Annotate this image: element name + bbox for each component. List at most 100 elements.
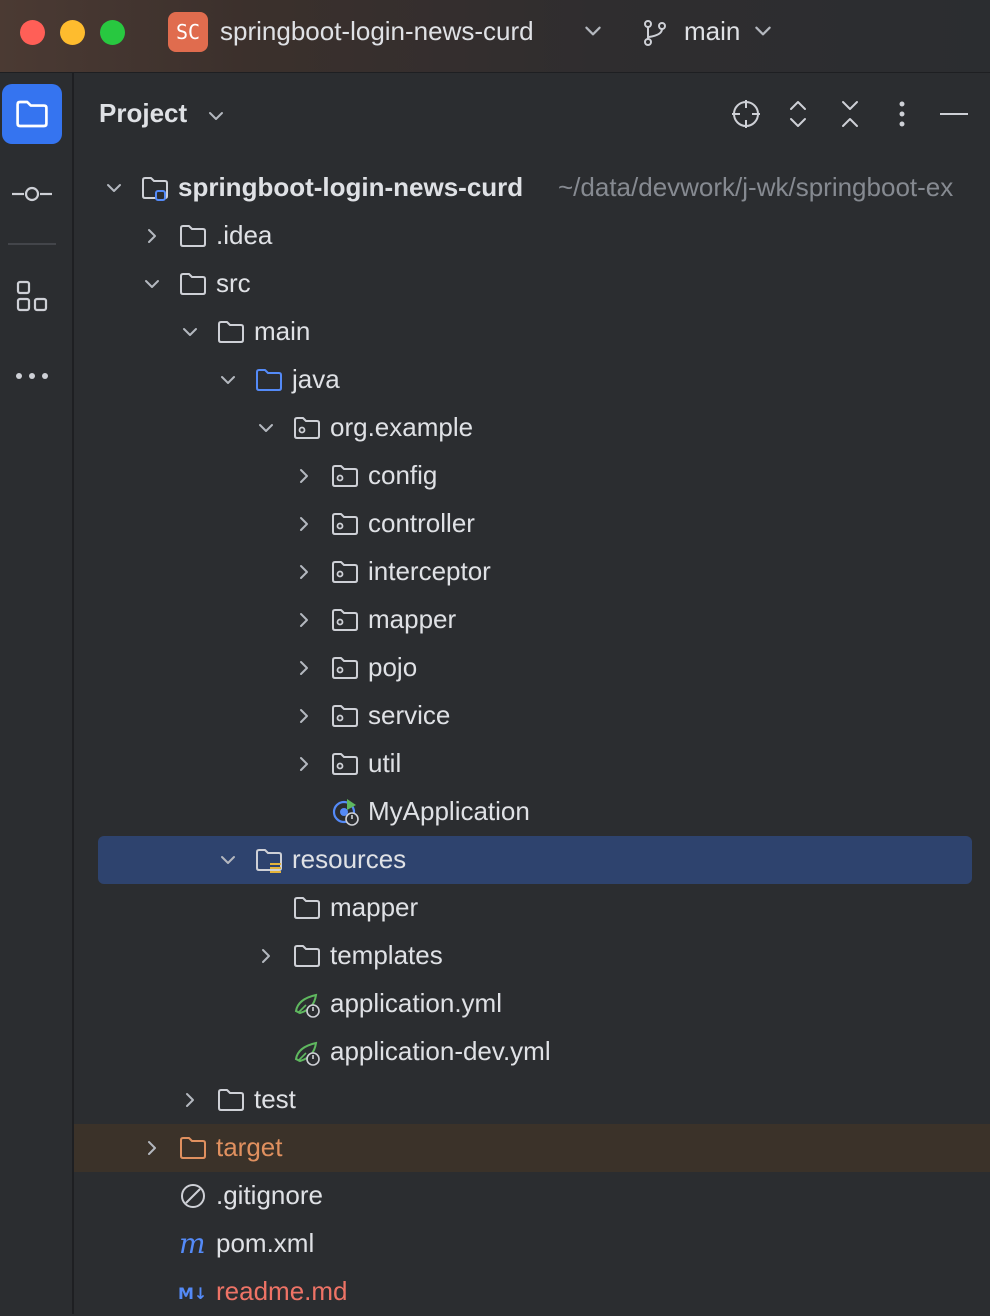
- tree-label: application.yml: [330, 988, 502, 1018]
- tree-row-gitignore[interactable]: .gitignore: [74, 1172, 990, 1220]
- tree-row-src[interactable]: src: [74, 260, 990, 308]
- structure-tool-button[interactable]: [2, 266, 62, 326]
- structure-icon: [16, 280, 48, 312]
- chevron-down-icon[interactable]: [582, 20, 604, 42]
- package-icon: [330, 557, 360, 587]
- minimize-window-button[interactable]: [60, 20, 85, 45]
- git-branch-icon[interactable]: [640, 18, 670, 48]
- package-icon: [330, 653, 360, 683]
- tree-label: templates: [330, 940, 443, 970]
- project-tree: springboot-login-news-curd ~/data/devwor…: [74, 164, 990, 1316]
- chevron-down-icon[interactable]: [142, 274, 162, 294]
- folder-icon: [216, 317, 246, 347]
- tree-label: test: [254, 1084, 296, 1114]
- tree-row-util[interactable]: util: [74, 740, 990, 788]
- title-bar: SC springboot-login-news-curd main: [0, 0, 990, 73]
- more-icon: [16, 373, 48, 379]
- tree-label: application-dev.yml: [330, 1036, 551, 1066]
- tree-label: resources: [292, 844, 407, 874]
- kebab-menu-icon: [899, 101, 905, 127]
- maven-icon: [178, 1229, 208, 1259]
- ignore-file-icon: [178, 1181, 208, 1211]
- tool-window-strip: [0, 73, 74, 1314]
- chevron-right-icon[interactable]: [294, 658, 314, 678]
- chevron-right-icon[interactable]: [294, 562, 314, 582]
- tree-row-templates[interactable]: templates: [74, 932, 990, 980]
- chevron-down-icon[interactable]: [104, 178, 124, 198]
- chevron-right-icon[interactable]: [294, 610, 314, 630]
- expand-all-icon: [790, 101, 806, 127]
- chevron-right-icon[interactable]: [294, 466, 314, 486]
- chevron-right-icon[interactable]: [294, 706, 314, 726]
- tree-row-pom[interactable]: pom.xml: [74, 1220, 990, 1268]
- chevron-down-icon[interactable]: [256, 418, 276, 438]
- tree-row-resources[interactable]: resources: [74, 836, 990, 884]
- folder-icon: [16, 100, 48, 128]
- tree-row-idea[interactable]: .idea: [74, 212, 990, 260]
- tree-label: target: [216, 1132, 283, 1162]
- tree-label: pojo: [368, 652, 418, 682]
- tree-row-pojo[interactable]: pojo: [74, 644, 990, 692]
- tree-label: java: [292, 364, 340, 394]
- tree-row-java[interactable]: java: [74, 356, 990, 404]
- chevron-right-icon[interactable]: [256, 946, 276, 966]
- chevron-down-icon[interactable]: [218, 850, 238, 870]
- project-switcher[interactable]: springboot-login-news-curd: [220, 16, 534, 47]
- tree-row-myapplication[interactable]: MyApplication: [74, 788, 990, 836]
- tree-row-main[interactable]: main: [74, 308, 990, 356]
- resources-folder-icon: [254, 845, 284, 875]
- tree-label: pom.xml: [216, 1228, 315, 1258]
- close-window-button[interactable]: [20, 20, 45, 45]
- project-tool-button[interactable]: [2, 84, 62, 144]
- tree-row-mapper-package[interactable]: mapper: [74, 596, 990, 644]
- project-badge[interactable]: SC: [168, 12, 208, 52]
- chevron-down-icon[interactable]: [206, 106, 226, 126]
- tree-label: org.example: [330, 412, 474, 442]
- folder-icon: [216, 1085, 246, 1115]
- branch-switcher[interactable]: main: [684, 16, 740, 47]
- collapse-all-button[interactable]: [832, 96, 868, 132]
- tree-row-config[interactable]: config: [74, 452, 990, 500]
- chevron-down-icon[interactable]: [180, 322, 200, 342]
- package-icon: [330, 749, 360, 779]
- chevron-down-icon[interactable]: [218, 370, 238, 390]
- select-opened-file-button[interactable]: [728, 96, 764, 132]
- chevron-right-icon[interactable]: [142, 226, 162, 246]
- tree-row-application-yml[interactable]: application.yml: [74, 980, 990, 1028]
- expand-all-button[interactable]: [780, 96, 816, 132]
- hide-panel-button[interactable]: [936, 96, 972, 132]
- excluded-folder-icon: [178, 1133, 208, 1163]
- source-folder-icon: [254, 365, 284, 395]
- chevron-right-icon[interactable]: [294, 514, 314, 534]
- tree-label: mapper: [368, 604, 457, 634]
- tree-row-test[interactable]: test: [74, 1076, 990, 1124]
- options-button[interactable]: [884, 96, 920, 132]
- tree-row-interceptor[interactable]: interceptor: [74, 548, 990, 596]
- chevron-right-icon[interactable]: [294, 754, 314, 774]
- module-folder-icon: [140, 173, 170, 203]
- commit-tool-button[interactable]: [2, 164, 62, 224]
- zoom-window-button[interactable]: [100, 20, 125, 45]
- crosshair-icon: [732, 100, 760, 128]
- tree-row-target[interactable]: target: [74, 1124, 990, 1172]
- spring-config-icon: [292, 1037, 322, 1067]
- tree-row-service[interactable]: service: [74, 692, 990, 740]
- tree-row-application-dev-yml[interactable]: application-dev.yml: [74, 1028, 990, 1076]
- tree-label: config: [368, 460, 438, 490]
- tree-label: controller: [368, 508, 475, 538]
- tree-label: src: [216, 268, 251, 298]
- root-path-hint: ~/data/devwork/j-wk/springboot-ex: [558, 172, 954, 202]
- more-tool-windows-button[interactable]: [2, 346, 62, 406]
- chevron-right-icon[interactable]: [180, 1090, 200, 1110]
- tree-label: interceptor: [368, 556, 491, 586]
- panel-title[interactable]: Project: [99, 98, 187, 129]
- tree-row-readme[interactable]: readme.md: [74, 1268, 990, 1316]
- tree-row-controller[interactable]: controller: [74, 500, 990, 548]
- tree-row-mapper-folder[interactable]: mapper: [74, 884, 990, 932]
- chevron-down-icon[interactable]: [752, 20, 774, 42]
- package-icon: [330, 605, 360, 635]
- tree-label: MyApplication: [368, 796, 530, 826]
- chevron-right-icon[interactable]: [142, 1138, 162, 1158]
- tree-row-org-example[interactable]: org.example: [74, 404, 990, 452]
- tree-row-root[interactable]: springboot-login-news-curd ~/data/devwor…: [74, 164, 990, 212]
